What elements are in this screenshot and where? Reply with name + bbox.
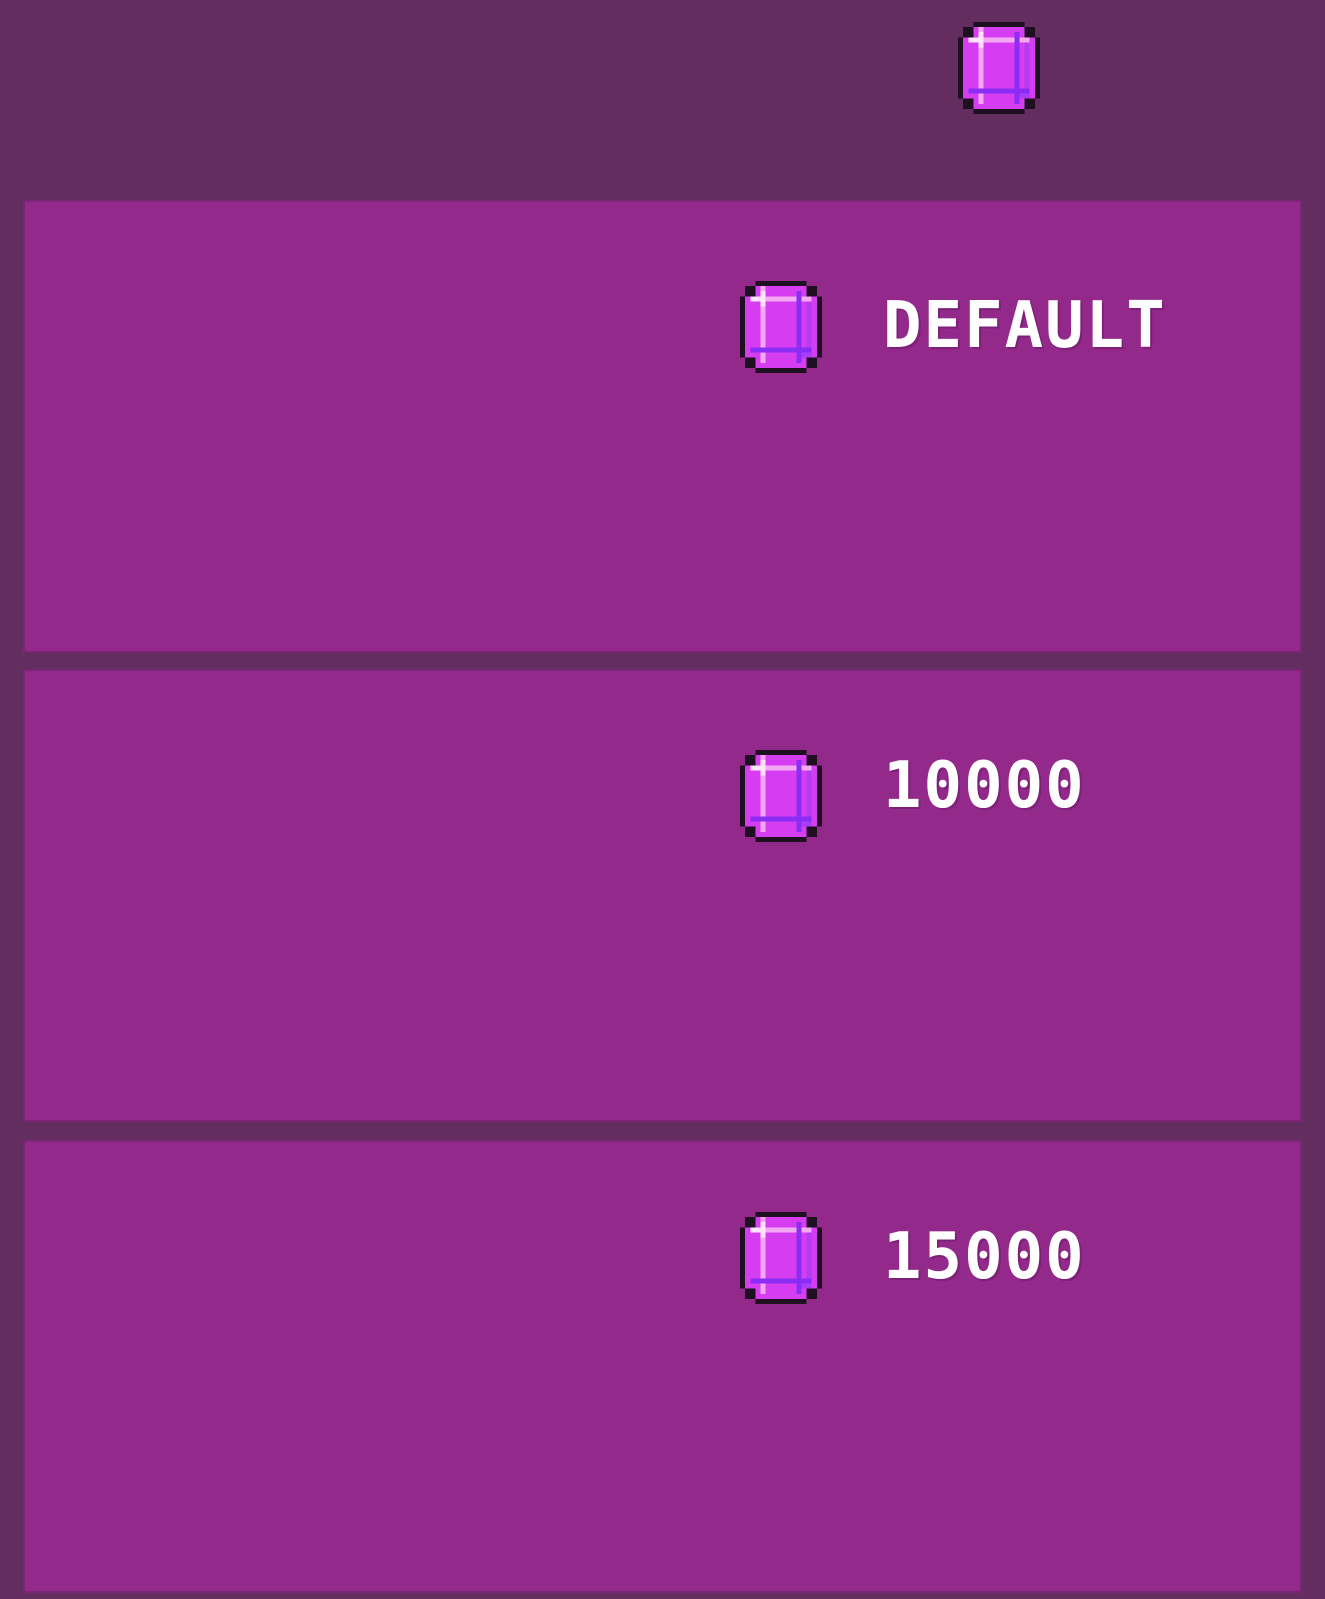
option-card-default[interactable]: DEFAULT xyxy=(23,200,1302,653)
top-bar xyxy=(0,0,1325,200)
option-card-15000[interactable]: 15000 xyxy=(23,1140,1302,1593)
gem-icon xyxy=(957,22,1041,114)
option-card-10000[interactable]: 10000 xyxy=(23,669,1302,1122)
option-label: DEFAULT xyxy=(883,289,1167,363)
gem-icon xyxy=(739,281,823,373)
option-label: 10000 xyxy=(883,749,1086,823)
gem-icon xyxy=(739,1212,823,1304)
option-label: 15000 xyxy=(883,1220,1086,1294)
gem-icon xyxy=(739,750,823,842)
